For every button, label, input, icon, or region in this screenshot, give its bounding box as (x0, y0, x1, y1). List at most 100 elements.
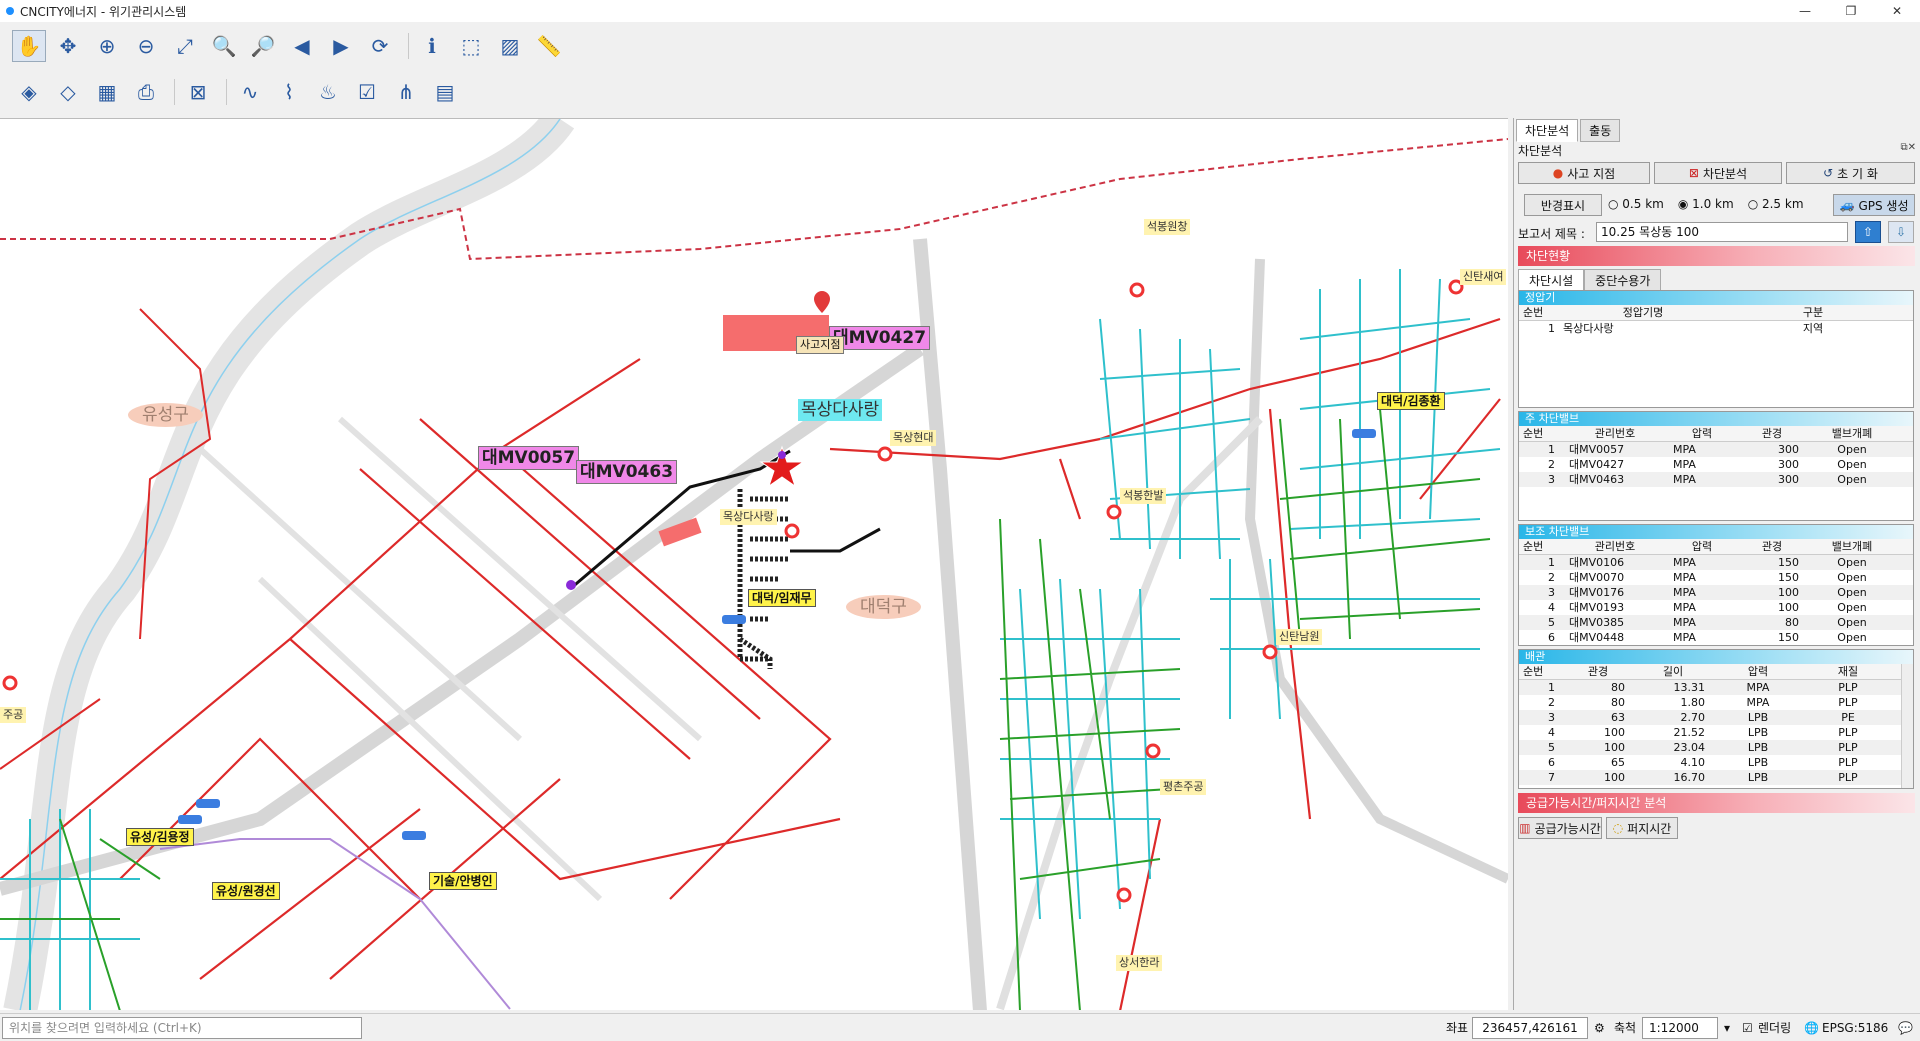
valve-label-mv0057[interactable]: 대MV0057 (478, 446, 580, 470)
globe-icon[interactable]: 🌐 (1804, 1017, 1819, 1039)
scale-select[interactable]: 1:12000 (1642, 1017, 1718, 1039)
epsg-label[interactable]: EPSG:5186 (1822, 1017, 1888, 1039)
radius-option-10[interactable]: ◉ 1.0 km (1678, 197, 1734, 211)
document-report-icon[interactable]: ▤ (428, 76, 462, 108)
zoom-full-icon[interactable]: ⤢ (168, 30, 202, 62)
messages-icon[interactable]: 💬 (1898, 1017, 1913, 1039)
scale-dropdown-icon[interactable]: ▾ (1720, 1017, 1734, 1039)
render-checkbox[interactable]: ☑ (1742, 1017, 1753, 1039)
panel-dock-close-icon[interactable]: ⧉✕ (1900, 142, 1916, 153)
table-row[interactable]: 2 80 1.80 MPA PLP (1519, 695, 1913, 710)
col-header[interactable]: 관리번호 (1563, 426, 1667, 441)
table-row[interactable]: 3 대MV0463 MPA 300 Open (1519, 472, 1913, 487)
col-header[interactable]: 압력 (1667, 539, 1737, 554)
col-header[interactable]: 압력 (1713, 664, 1803, 679)
radius-button[interactable]: 반경표시 (1524, 194, 1602, 216)
col-header[interactable]: 관경 (1737, 539, 1807, 554)
location-search-input[interactable]: 위치를 찾으려면 입력하세요 (Ctrl+K) (2, 1017, 362, 1039)
analyze-button[interactable]: ⊠ 차단분석 (1654, 162, 1782, 184)
col-header[interactable]: 관리번호 (1563, 539, 1667, 554)
col-header[interactable]: 압력 (1667, 426, 1737, 441)
zoom-out-icon[interactable]: ⊖ (129, 30, 163, 62)
table-row[interactable]: 4 대MV0193 MPA 100 Open (1519, 600, 1913, 615)
refresh-icon[interactable]: ⟳ (363, 30, 397, 62)
table-row[interactable]: 81505.64LPBPLP (1519, 785, 1913, 788)
table-row[interactable]: 5 대MV0385 MPA 80 Open (1519, 615, 1913, 630)
col-header[interactable]: 구분 (1723, 305, 1903, 320)
map-tools-icon[interactable]: ▦ (90, 76, 124, 108)
table-row[interactable]: 1 대MV0106 MPA 150 Open (1519, 555, 1913, 570)
radius-option-25[interactable]: ○ 2.5 km (1748, 197, 1804, 211)
col-header[interactable]: 재질 (1803, 664, 1893, 679)
crew-label-yuseong-2[interactable]: 유성/원경선 (212, 882, 280, 900)
table-row[interactable]: 1 80 13.31 MPA PLP (1519, 680, 1913, 695)
crew-label-tech[interactable]: 기술/안병인 (429, 872, 497, 890)
reset-button[interactable]: ↺ 초 기 화 (1786, 162, 1915, 184)
check-report-icon[interactable]: ☑ (350, 76, 384, 108)
gps-generate-button[interactable]: 🚙 GPS 생성 (1833, 194, 1915, 216)
accident-point-button[interactable]: ● 사고 지점 (1518, 162, 1650, 184)
table-row[interactable]: 6 대MV0448 MPA 150 Open (1519, 630, 1913, 645)
table-row[interactable]: 6 65 4.10 LPB PLP (1519, 755, 1913, 770)
download-icon[interactable]: ⇩ (1888, 221, 1914, 243)
upload-icon[interactable]: ⇧ (1855, 221, 1881, 243)
close-icon[interactable]: ✕ (1874, 0, 1920, 22)
zoom-selection-icon[interactable]: 🔎 (246, 30, 280, 62)
select-feature-icon[interactable]: ⬚ (454, 30, 488, 62)
zoom-in-icon[interactable]: ⊕ (90, 30, 124, 62)
col-header[interactable]: 밸브개폐 (1807, 426, 1897, 441)
table-row[interactable]: 2 대MV0427 MPA 300 Open (1519, 457, 1913, 472)
col-header[interactable]: 순번 (1519, 426, 1563, 441)
table-row[interactable]: 1 목상다사랑 지역 (1519, 321, 1913, 336)
tab-interrupted-customers[interactable]: 중단수용가 (1584, 269, 1662, 292)
network-icon[interactable]: ⋔ (389, 76, 423, 108)
col-header[interactable]: 관경 (1737, 426, 1807, 441)
layer-manage-icon[interactable]: ◇ (51, 76, 85, 108)
profile-graph-icon[interactable]: ∿ (233, 76, 267, 108)
col-header[interactable]: 관경 (1563, 664, 1633, 679)
accident-point-label[interactable]: 사고지점 (796, 336, 845, 354)
table-row[interactable]: 2 대MV0070 MPA 150 Open (1519, 570, 1913, 585)
radius-option-05[interactable]: ○ 0.5 km (1608, 197, 1664, 211)
table-row[interactable]: 3 대MV0176 MPA 100 Open (1519, 585, 1913, 600)
col-header[interactable]: 길이 (1633, 664, 1713, 679)
tab-dispatch[interactable]: 출동 (1580, 119, 1621, 142)
minimize-icon[interactable]: — (1782, 0, 1828, 22)
col-header[interactable]: 밸브개폐 (1807, 539, 1897, 554)
pressure-graph-icon[interactable]: ⌇ (272, 76, 306, 108)
table-row[interactable]: 7 100 16.70 LPB PLP (1519, 770, 1913, 785)
table-row[interactable]: 1 대MV0057 MPA 300 Open (1519, 442, 1913, 457)
pipe-scrollbar[interactable] (1901, 664, 1913, 788)
pan-hand-icon[interactable]: ✋ (12, 30, 46, 62)
crew-label-yuseong-1[interactable]: 유성/김용정 (126, 828, 194, 846)
crew-label-daedeok-1[interactable]: 대덕/임재무 (748, 589, 816, 607)
report-title-input[interactable]: 10.25 목상동 100 (1596, 222, 1848, 242)
restore-icon[interactable]: ❐ (1828, 0, 1874, 22)
measure-ruler-icon[interactable]: 📏 (532, 30, 566, 62)
deselect-icon[interactable]: ▨ (493, 30, 527, 62)
crew-label-daedeok-2[interactable]: 대덕/김종환 (1377, 392, 1445, 410)
purge-time-button[interactable]: ◌ 퍼지시간 (1606, 817, 1678, 839)
regulator-station-label[interactable]: 목상다사랑 (798, 399, 883, 421)
zoom-next-icon[interactable]: ▶ (324, 30, 358, 62)
map-canvas[interactable]: 유성구 대덕구 대MV0427 대MV0057 대MV0463 사고지점 목상다… (0, 118, 1508, 1010)
table-row[interactable]: 4 100 21.52 LPB PLP (1519, 725, 1913, 740)
shutoff-analysis-icon[interactable]: ⊠ (181, 76, 215, 108)
col-header[interactable]: 순번 (1519, 664, 1563, 679)
leak-graph-icon[interactable]: ♨ (311, 76, 345, 108)
move-arrows-icon[interactable]: ✥ (51, 30, 85, 62)
tab-shutoff-facilities[interactable]: 차단시설 (1518, 269, 1585, 292)
print-icon[interactable]: ⎙ (129, 76, 163, 108)
table-row[interactable]: 5 100 23.04 LPB PLP (1519, 740, 1913, 755)
zoom-layer-icon[interactable]: 🔍 (207, 30, 241, 62)
zoom-previous-icon[interactable]: ◀ (285, 30, 319, 62)
supply-time-button[interactable]: ▥ 공급가능시간 (1518, 817, 1602, 839)
table-row[interactable]: 3 63 2.70 LPB PE (1519, 710, 1913, 725)
layers-icon[interactable]: ◈ (12, 76, 46, 108)
col-header[interactable]: 정압기명 (1563, 305, 1723, 320)
tab-shutoff-analysis[interactable]: 차단분석 (1516, 119, 1579, 142)
col-header[interactable]: 순번 (1519, 305, 1563, 320)
valve-label-mv0463[interactable]: 대MV0463 (576, 460, 678, 484)
identify-info-icon[interactable]: ℹ (415, 30, 449, 62)
col-header[interactable]: 순번 (1519, 539, 1563, 554)
